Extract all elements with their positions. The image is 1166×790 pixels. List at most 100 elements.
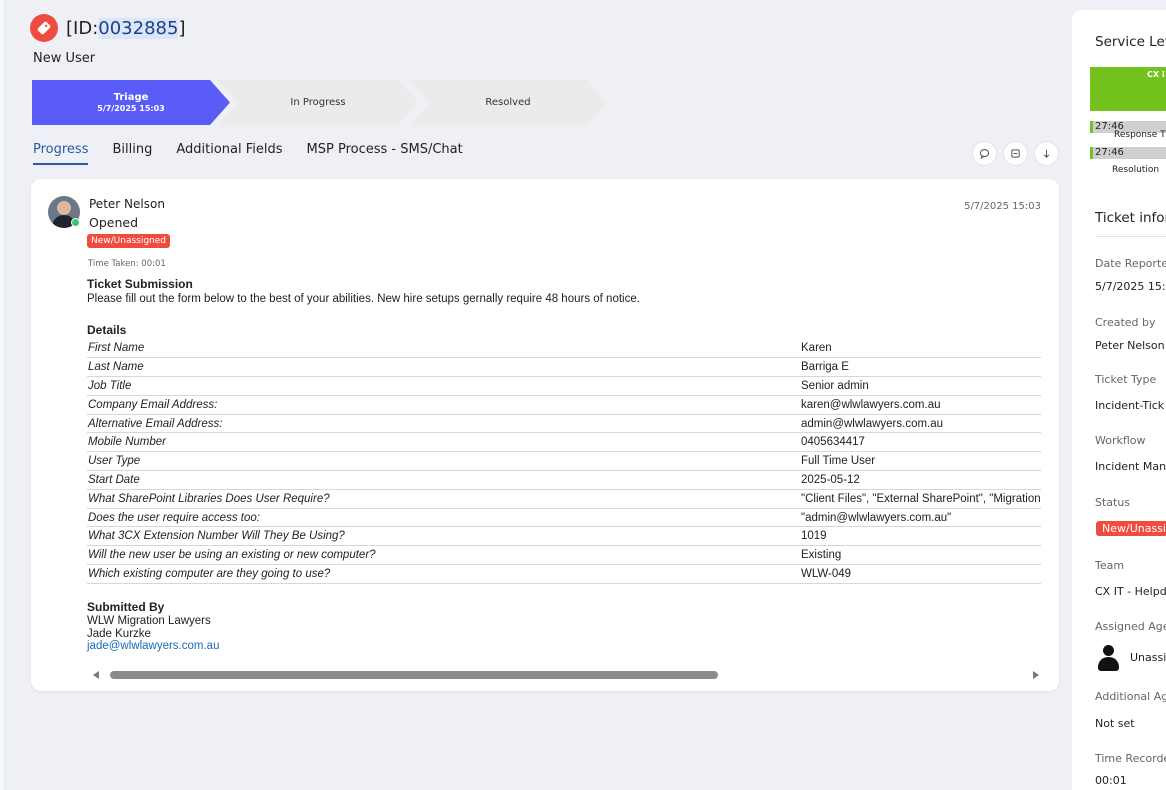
created-by-label: Created by — [1095, 316, 1156, 329]
ticket-type-label: Ticket Type — [1095, 373, 1157, 386]
online-status-icon — [71, 218, 80, 227]
submission-title: Ticket Submission — [87, 277, 193, 291]
field-label: Last Name — [87, 357, 800, 378]
scroll-right-icon[interactable] — [1033, 671, 1039, 679]
field-label: Alternative Email Address: — [87, 414, 800, 434]
details-table: First Name Karen Last Name Barriga E Job Tit… — [87, 339, 1041, 584]
workflow-stages: Triage 5/7/2025 15:03 In Progress Resolv… — [32, 80, 612, 125]
field-value: WLW-049 — [800, 564, 1041, 584]
table-row: Mobile Number 0405634417 — [87, 432, 1041, 453]
field-value: "admin@wlwlawyers.com.au" — [800, 508, 1041, 528]
ticket-id: [ID:0032885] — [66, 17, 186, 39]
submitted-email-link[interactable]: jade@wlwlawyers.com.au — [87, 640, 1041, 652]
horizontal-scrollbar[interactable] — [93, 670, 1039, 680]
field-value: Barriga E — [800, 357, 1041, 378]
additional-agents-value[interactable]: Not set — [1095, 717, 1135, 730]
tab-msp-process[interactable]: MSP Process - SMS/Chat — [307, 142, 463, 165]
field-label: Will the new user be using an existing o… — [87, 545, 800, 566]
comment-icon[interactable] — [972, 141, 997, 166]
table-row: Which existing computer are they going t… — [87, 564, 1041, 584]
details-title: Details — [87, 323, 127, 337]
field-label: What 3CX Extension Number Will They Be U… — [87, 526, 800, 547]
status-value-badge[interactable]: New/Unassi — [1096, 521, 1166, 536]
tab-billing[interactable]: Billing — [112, 142, 152, 165]
sort-down-icon[interactable] — [1034, 141, 1059, 166]
assigned-agent-value[interactable]: Unassi — [1130, 651, 1166, 664]
submission-description: Please fill out the form below to the be… — [87, 293, 640, 305]
table-row: Does the user require access too: "admin@… — [87, 508, 1041, 528]
table-row: First Name Karen — [87, 339, 1041, 359]
entry-author: Peter Nelson — [89, 197, 165, 211]
ticket-id-number: 0032885 — [98, 17, 179, 39]
entry-action: Opened — [89, 215, 139, 230]
field-value: karen@wlwlawyers.com.au — [800, 395, 1041, 415]
time-recorded-value: 00:01 — [1095, 774, 1127, 787]
ticket-subject: New User — [33, 51, 96, 66]
field-label: Does the user require access too: — [87, 508, 800, 528]
tab-progress[interactable]: Progress — [33, 142, 89, 165]
field-label: First Name — [87, 339, 800, 359]
resolution-label: Resolution — [1112, 165, 1160, 175]
ticket-info-title: Ticket inform — [1095, 210, 1166, 226]
field-label: Company Email Address: — [87, 395, 800, 415]
field-label: Job Title — [87, 376, 800, 396]
collapse-icon[interactable] — [1003, 141, 1028, 166]
submitted-company: WLW Migration Lawyers — [87, 614, 211, 627]
stage-resolved[interactable]: Resolved — [410, 80, 606, 125]
submitted-name: Jade Kurzke — [87, 627, 151, 640]
progress-toolbar — [966, 141, 1059, 166]
table-row: User Type Full Time User — [87, 451, 1041, 472]
field-value: 1019 — [800, 526, 1041, 547]
progress-entry-card: Peter Nelson Opened New/Unassigned 5/7/2… — [31, 179, 1059, 691]
ticket-side-panel: Service Lev CX I 27:46 Response T 27:46 … — [1072, 10, 1166, 790]
field-label: Which existing computer are they going t… — [87, 564, 800, 584]
sla-title: Service Lev — [1095, 34, 1166, 50]
tab-additional-fields[interactable]: Additional Fields — [176, 142, 282, 165]
workflow-label: Workflow — [1095, 434, 1146, 447]
ticket-header: [ID:0032885] — [30, 14, 185, 42]
field-value: admin@wlwlawyers.com.au — [800, 414, 1041, 434]
ticket-tag-icon — [30, 14, 58, 42]
table-row: Start Date 2025-05-12 — [87, 470, 1041, 490]
agent-avatar-icon — [1098, 645, 1119, 671]
entry-timestamp: 5/7/2025 15:03 — [964, 201, 1041, 212]
left-nav-strip — [0, 0, 5, 790]
time-recorded-label: Time Recorde — [1095, 752, 1166, 765]
field-value: 0405634417 — [800, 432, 1041, 453]
time-taken: Time Taken: 00:01 — [88, 259, 166, 269]
table-row: Last Name Barriga E — [87, 357, 1041, 378]
date-reported-value: 5/7/2025 15:0 — [1095, 280, 1166, 293]
response-label: Response T — [1114, 130, 1166, 140]
field-value: 2025-05-12 — [800, 470, 1041, 490]
ticket-type-value[interactable]: Incident-Tick — [1095, 399, 1164, 412]
table-row: Company Email Address: karen@wlwlawyers.c… — [87, 395, 1041, 415]
divider — [1095, 236, 1166, 237]
field-value: Existing — [800, 545, 1041, 566]
status-badge: New/Unassigned — [87, 234, 171, 248]
field-value: Karen — [800, 339, 1041, 359]
table-row: Job Title Senior admin — [87, 376, 1041, 396]
scroll-left-icon[interactable] — [93, 671, 99, 679]
entry-content: Ticket Submission Please fill out the fo… — [87, 277, 1041, 652]
table-row: Will the new user be using an existing o… — [87, 545, 1041, 566]
table-row: What 3CX Extension Number Will They Be U… — [87, 526, 1041, 547]
scrollbar-thumb[interactable] — [110, 671, 718, 679]
workflow-value[interactable]: Incident Man — [1095, 460, 1166, 473]
table-row: Alternative Email Address: admin@wlwlawye… — [87, 414, 1041, 434]
field-value: "Client Files", "External SharePoint", "… — [800, 489, 1041, 509]
assigned-agent-label: Assigned Age — [1095, 620, 1166, 633]
status-label: Status — [1095, 496, 1131, 509]
created-by-value: Peter Nelson — [1095, 339, 1165, 352]
field-value: Full Time User — [800, 451, 1041, 472]
ticket-tabs: Progress Billing Additional Fields MSP P… — [33, 142, 487, 165]
field-label: User Type — [87, 451, 800, 472]
team-value[interactable]: CX IT - Helpd — [1095, 585, 1166, 598]
date-reported-label: Date Reportec — [1095, 257, 1166, 270]
resolution-timer: 27:46 — [1090, 147, 1166, 159]
field-label: Start Date — [87, 470, 800, 490]
stage-in-progress[interactable]: In Progress — [218, 80, 418, 125]
additional-agents-label: Additional Ag — [1095, 690, 1166, 703]
stage-triage[interactable]: Triage 5/7/2025 15:03 — [32, 80, 230, 125]
table-row: What SharePoint Libraries Does User Requ… — [87, 489, 1041, 509]
field-label: What SharePoint Libraries Does User Requ… — [87, 489, 800, 509]
